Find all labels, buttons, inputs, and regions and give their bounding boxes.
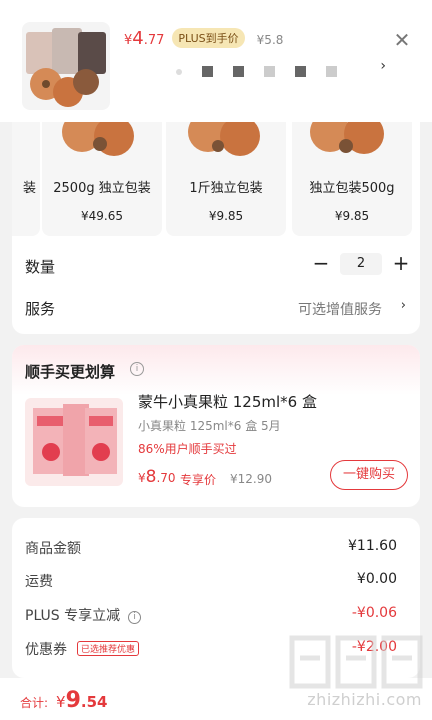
quantity-stepper: − 2 +: [312, 253, 410, 275]
swatch: [264, 66, 275, 77]
exclusive-price-tag: 专享价: [180, 473, 217, 487]
total-currency: ¥: [56, 693, 66, 711]
info-icon[interactable]: i: [130, 362, 144, 376]
variant-label: 2500g 独立包装: [53, 181, 151, 196]
plus-badge: PLUS到手价: [172, 28, 245, 48]
info-icon[interactable]: i: [128, 611, 142, 624]
summary-label: 运费: [25, 574, 53, 590]
summary-label-wrap: 优惠券 已选推荐优惠: [25, 639, 140, 659]
one-click-buy-button[interactable]: 一键购买: [330, 460, 408, 490]
close-button[interactable]: ✕: [392, 30, 412, 50]
variant-label: 装: [22, 181, 36, 196]
summary-value: -¥0.06: [351, 605, 397, 621]
variant-option[interactable]: 2500g 独立包装 ¥49.65: [42, 122, 162, 236]
swatch: [202, 66, 213, 77]
price-currency: ¥: [138, 471, 146, 485]
swatch: [233, 66, 244, 77]
swatch: [176, 68, 182, 75]
summary-row: PLUS 专享立减 i -¥0.06: [25, 605, 407, 625]
current-price: ¥4.77: [124, 28, 164, 49]
total-integer: 9: [65, 688, 81, 713]
spec-swatches[interactable]: [176, 66, 337, 77]
product-thumbnail: [22, 22, 110, 110]
variant-label: 独立包装500g: [309, 181, 395, 196]
original-price: ¥5.8: [256, 33, 284, 47]
total-label: 合计:: [20, 696, 49, 710]
summary-label: 优惠券: [25, 642, 67, 658]
coupon-tag: 已选推荐优惠: [77, 641, 140, 656]
price-decimal: .70: [156, 471, 176, 485]
variant-price: ¥49.65: [81, 209, 123, 223]
cross-sell-stat: 86%用户顺手买过: [138, 442, 237, 456]
cross-sell-title: 顺手买更划算: [25, 363, 116, 381]
summary-value: ¥11.60: [348, 538, 397, 554]
summary-label: 商品金额: [25, 541, 81, 557]
quantity-input[interactable]: 2: [340, 253, 382, 275]
variant-option[interactable]: 独立包装500g ¥9.85: [292, 122, 412, 236]
price-decimal: .77: [143, 33, 165, 48]
cross-sell-product-spec: 小真果粒 125ml*6 盒 5月: [138, 419, 281, 433]
quantity-label: 数量: [25, 258, 56, 276]
cross-sell-price: ¥8.70: [138, 467, 176, 487]
cross-sell-original-price: ¥12.90: [230, 472, 272, 486]
price-integer: 8: [145, 467, 157, 487]
variant-image: [12, 122, 40, 162]
variant-price: ¥9.85: [334, 209, 370, 223]
price-row: ¥4.77 PLUS到手价 ¥5.8: [124, 28, 283, 50]
variant-price: ¥9.85: [208, 209, 244, 223]
chevron-right-icon[interactable]: ›: [401, 298, 406, 313]
cross-sell-panel: 顺手买更划算 i 蒙牛小真果粒 125ml*6 盒 小真果粒 125ml*6 盒…: [12, 345, 420, 507]
summary-row: 运费 ¥0.00: [25, 571, 407, 591]
chevron-right-icon[interactable]: ›: [380, 58, 386, 74]
quantity-minus-button[interactable]: −: [312, 253, 330, 275]
variant-image: [292, 122, 412, 162]
variant-option[interactable]: 装: [12, 122, 40, 236]
swatch: [295, 66, 306, 77]
variant-image: [166, 122, 286, 162]
summary-row: 商品金额 ¥11.60: [25, 538, 407, 558]
cross-sell-product-name[interactable]: 蒙牛小真果粒 125ml*6 盒: [138, 391, 317, 412]
summary-label-wrap: PLUS 专享立减 i: [25, 605, 142, 625]
spec-panel: 装 2500g 独立包装 ¥49.65 1斤独立包装 ¥9.85 独立包装500…: [12, 122, 420, 334]
variant-label: 1斤独立包装: [189, 181, 263, 196]
summary-value: ¥0.00: [356, 571, 397, 587]
quantity-plus-button[interactable]: +: [392, 253, 410, 275]
total-decimal: .54: [80, 693, 108, 711]
service-label: 服务: [25, 300, 56, 318]
variant-image: [42, 122, 162, 162]
summary-label: PLUS 专享立减: [25, 608, 121, 624]
variant-list: 装 2500g 独立包装 ¥49.65 1斤独立包装 ¥9.85 独立包装500…: [12, 122, 420, 236]
variant-option[interactable]: 1斤独立包装 ¥9.85: [166, 122, 286, 236]
product-header: ¥4.77 PLUS到手价 ¥5.8 ✕ ›: [0, 0, 432, 122]
swatch: [326, 66, 337, 77]
watermark-text: zhizhizhi.com: [307, 690, 422, 709]
close-icon: ✕: [393, 28, 411, 52]
price-integer: 4: [132, 28, 144, 49]
service-selector[interactable]: 可选增值服务: [298, 299, 382, 319]
cross-sell-product-image[interactable]: [25, 398, 123, 486]
total-price: 合计: ¥ 9 .54: [20, 688, 107, 713]
